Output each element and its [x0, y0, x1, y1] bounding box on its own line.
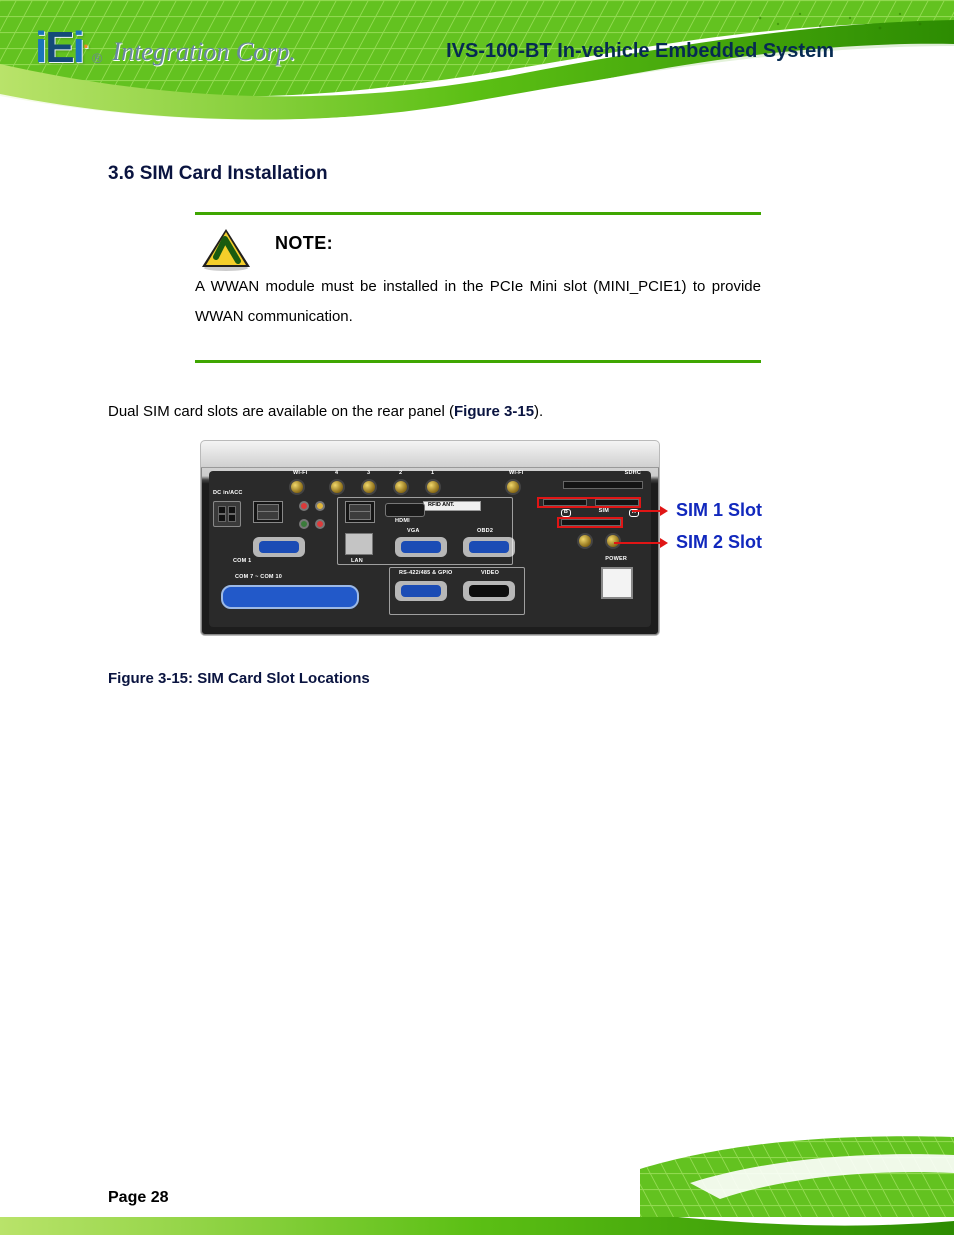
intro-text-1: Dual SIM card slots are available on the…: [108, 403, 454, 420]
section-title: 3.6 SIM Card Installation: [108, 164, 328, 183]
sim1-redbox: [537, 497, 641, 508]
logo-subtitle: Integration Corp.: [112, 37, 295, 67]
label-ant-1: 1: [431, 471, 434, 477]
label-ant-4: 4: [335, 471, 338, 477]
intro-text-2: ).: [534, 403, 543, 420]
figure-number: Figure 3-15: [108, 670, 188, 687]
sma-ant-4: [329, 479, 345, 495]
label-sdhc: SDHC: [625, 471, 641, 477]
top-banner: iEi. ® Integration Corp. IVS-100-BT In-v…: [0, 0, 954, 135]
usb-stack-1: [253, 501, 283, 523]
dc-connector: [213, 501, 241, 527]
sim2-redbox: [557, 517, 623, 528]
audio-out: [315, 519, 325, 529]
label-wifi-right: Wi-Fi: [509, 471, 523, 477]
port-group-outline-1: [337, 497, 513, 565]
section-text: SIM Card Installation: [140, 163, 328, 184]
label-power: POWER: [605, 557, 627, 563]
port-group-outline-2: [389, 567, 525, 615]
device-rear-panel: Wi-Fi 4 3 2 1 Wi-Fi SDHC RFID ANT. SIM: [209, 471, 651, 627]
section-number: 3.6: [108, 163, 134, 184]
sma-ant-2: [393, 479, 409, 495]
note-box: NOTE: A WWAN module must be installed in…: [195, 212, 761, 363]
sdhc-slot: [563, 481, 643, 489]
note-heading: NOTE:: [275, 233, 761, 254]
label-com1: COM 1: [233, 559, 251, 565]
label-dc: DC in/ACC: [213, 491, 243, 497]
sma-wifi-left: [289, 479, 305, 495]
header-app-name: IVS-100-BT In-vehicle Embedded System: [446, 40, 834, 63]
intro-line: Dual SIM card slots are available on the…: [108, 400, 839, 424]
audio-speaker: [299, 519, 309, 529]
page-number: Page 28: [108, 1189, 168, 1207]
label-ant-2: 2: [399, 471, 402, 477]
device-figure: Wi-Fi 4 3 2 1 Wi-Fi SDHC RFID ANT. SIM: [200, 440, 800, 650]
bottom-banner: [0, 1125, 954, 1235]
sma-wifi-right: [505, 479, 521, 495]
com1-port: [253, 537, 305, 557]
note-icon: [198, 227, 254, 271]
callout-sim1: SIM 1 Slot: [632, 500, 762, 521]
figure-caption-text: SIM Card Slot Locations: [197, 670, 370, 687]
audio-mic: [299, 501, 309, 511]
audio-center: [315, 501, 325, 511]
label-sim: SIM: [599, 509, 609, 515]
label-b: B: [561, 509, 571, 517]
sim1-label: SIM 1 Slot: [676, 500, 762, 521]
bottom-banner-svg: [0, 1125, 954, 1235]
sma-extra-1: [577, 533, 593, 549]
logo-registered: ®: [92, 50, 102, 66]
callout-sim2: SIM 2 Slot: [614, 532, 762, 553]
device-chassis: Wi-Fi 4 3 2 1 Wi-Fi SDHC RFID ANT. SIM: [200, 440, 660, 636]
sim2-label: SIM 2 Slot: [676, 532, 762, 553]
label-wifi-left: Wi-Fi: [293, 471, 307, 477]
note-body: A WWAN module must be installed in the P…: [195, 272, 761, 332]
label-com7-10: COM 7 ~ COM 10: [235, 575, 282, 581]
intro-figure-ref: Figure 3-15: [454, 403, 534, 420]
figure-caption: Figure 3-15: SIM Card Slot Locations: [108, 670, 370, 687]
power-button: [601, 567, 633, 599]
sma-ant-3: [361, 479, 377, 495]
sma-ant-1: [425, 479, 441, 495]
logo-text: iEi.: [35, 26, 87, 70]
brand-logo: iEi. ® Integration Corp.: [35, 26, 296, 70]
db37-port: [221, 585, 359, 609]
label-ant-3: 3: [367, 471, 370, 477]
